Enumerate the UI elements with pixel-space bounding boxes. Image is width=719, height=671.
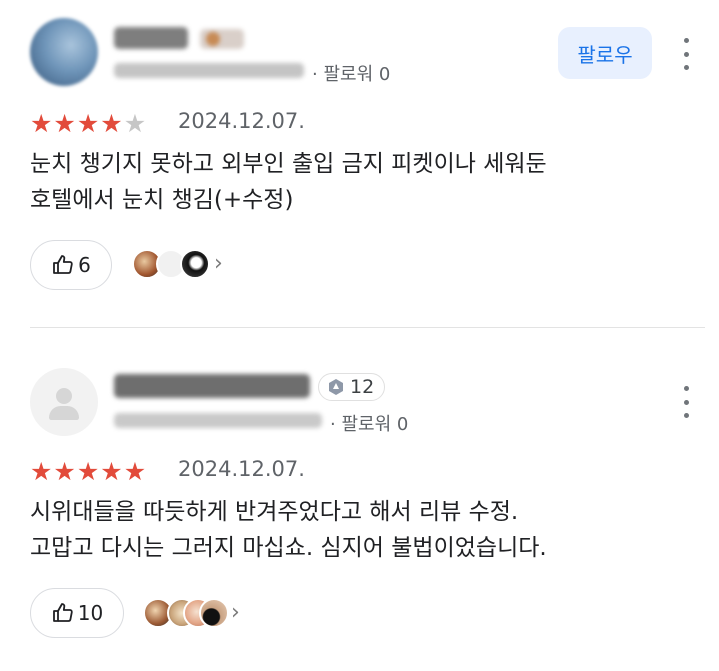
star-icon: ★ [30,109,53,138]
level-badge: 12 [318,373,386,401]
review-text-line: 호텔에서 눈치 챙김(+수정) [30,187,294,213]
review-text-line: 눈치 챙기지 못하고 외부인 출입 금지 피켓이나 세워둔 [30,151,547,177]
like-button[interactable]: 6 [30,240,112,290]
star-icon: ★ [76,109,100,138]
star-icon: ★ [53,109,76,138]
review-text: 시위대들을 따듯하게 반겨주었다고 해서 리뷰 수정. 고맙고 다시는 그러지 … [30,494,547,566]
level-badge-icon [329,379,343,395]
star-icon: ★ [100,457,123,486]
reaction-avatar-dark[interactable] [199,598,229,628]
user-avatar-default[interactable] [30,368,98,436]
blurred-review-meta [114,63,304,78]
star-icon: ★ [76,457,100,486]
star-rating: ★ ★ ★ ★ ★ [30,110,146,138]
more-vertical-icon[interactable] [674,38,698,70]
star-icon: ★ [30,457,53,486]
star-empty-icon: ★ [123,109,147,138]
review-card: · 팔로워 0 팔로우 ★ ★ ★ ★ ★ 2024.12.07. 눈치 챙기지… [0,0,719,327]
review-text-line: 고맙고 다시는 그러지 마십쇼. 심지어 불법이었습니다. [30,535,547,561]
more-vertical-icon[interactable] [674,386,698,418]
follower-count: · 팔로워 0 [330,414,409,435]
follower-count: · 팔로워 0 [312,64,391,85]
star-icon: ★ [53,457,76,486]
review-date: 2024.12.07. [178,109,305,133]
blurred-review-meta [114,413,322,428]
chevron-right-icon[interactable]: › [214,251,223,276]
star-icon: ★ [100,109,123,138]
level-number: 12 [350,376,375,398]
review-text: 눈치 챙기지 못하고 외부인 출입 금지 피켓이나 세워둔 호텔에서 눈치 챙김… [30,146,547,218]
like-count: 10 [77,601,104,625]
like-count: 6 [78,253,91,277]
like-button[interactable]: 10 [30,588,124,638]
reaction-avatar-panda[interactable] [180,249,210,279]
blurred-badge-icon [206,32,220,46]
review-date: 2024.12.07. [178,457,305,481]
thumbs-up-icon [52,603,73,622]
review-text-line: 시위대들을 따듯하게 반겨주었다고 해서 리뷰 수정. [30,499,519,525]
user-avatar[interactable] [30,18,98,86]
blurred-username[interactable] [114,27,188,49]
star-icon: ★ [123,457,147,486]
review-divider [30,327,705,328]
star-rating: ★ ★ ★ ★ ★ [30,458,146,486]
thumbs-up-icon [53,255,73,274]
follow-button[interactable]: 팔로우 [558,27,652,79]
blurred-username[interactable] [114,374,310,398]
chevron-right-icon[interactable]: › [231,600,240,625]
